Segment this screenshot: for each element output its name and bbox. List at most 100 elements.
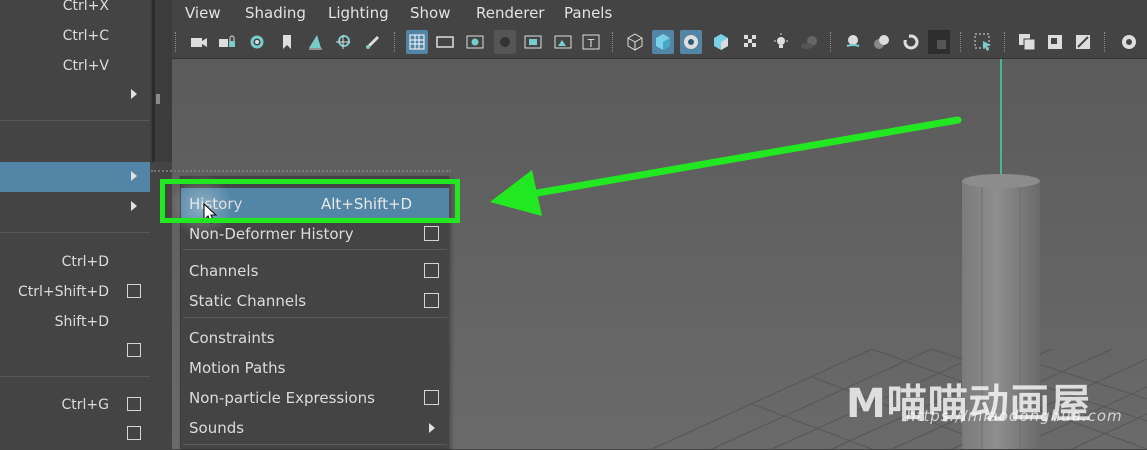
option-box-icon[interactable] [424, 293, 439, 308]
toolbar-divider [1104, 32, 1107, 52]
menu-item-ungroup[interactable] [0, 420, 150, 450]
depth-of-field-icon[interactable] [900, 30, 922, 54]
menu-item-duplicate-special[interactable]: Ctrl+Shift+D [0, 278, 150, 308]
menu-item-non-particle-expressions[interactable]: Non-particle Expressions [181, 382, 449, 412]
menu-item-static-channels[interactable]: Static Channels [181, 285, 449, 315]
annotation-highlight-box [160, 179, 460, 223]
safe-title-icon[interactable]: T [580, 30, 602, 54]
option-box-icon[interactable] [127, 426, 141, 440]
menu-panels[interactable]: Panels [564, 4, 612, 22]
non-particle-expressions-label: Non-particle Expressions [189, 389, 375, 407]
gate-mask-icon[interactable] [494, 30, 516, 54]
toolbar-divider [830, 32, 833, 52]
select-camera-icon[interactable] [972, 30, 994, 54]
xray-joints-icon[interactable] [1044, 30, 1066, 54]
paste-shortcut: Ctrl+V [62, 58, 109, 74]
viewport-menubar: View Shading Lighting Show Renderer Pane… [172, 0, 1147, 26]
camera-lock-icon[interactable] [216, 30, 238, 54]
camera-icon[interactable] [188, 30, 210, 54]
menu-divider [183, 249, 447, 250]
bookmark-icon[interactable] [276, 30, 298, 54]
menu-item-sounds[interactable]: Sounds [181, 412, 449, 442]
submenu-arrow-icon [131, 171, 137, 181]
submenu-arrow-icon [429, 423, 435, 433]
option-box-icon[interactable] [127, 397, 141, 411]
menu-item-paste-special[interactable] [0, 80, 150, 110]
group-shortcut: Ctrl+G [61, 397, 110, 413]
duplicate-shortcut: Ctrl+D [61, 254, 109, 270]
menu-item-group[interactable]: Ctrl+G [0, 391, 150, 421]
menu-renderer[interactable]: Renderer [476, 4, 544, 22]
submenu-tear-off[interactable] [151, 170, 451, 172]
scrollbar[interactable] [152, 0, 155, 162]
option-box-icon[interactable] [424, 390, 439, 405]
menu-shading[interactable]: Shading [245, 4, 306, 22]
menu-item-transfer-attributes[interactable] [0, 337, 150, 367]
toolbar-divider [612, 32, 615, 52]
menu-item-duplicate-with-transform[interactable]: Shift+D [0, 308, 150, 338]
xray-components-icon[interactable] [1072, 30, 1094, 54]
menu-item-motion-paths[interactable]: Motion Paths [181, 352, 449, 382]
grease-pencil-icon[interactable] [362, 30, 384, 54]
wireframe-icon[interactable] [624, 30, 646, 54]
toolbar-divider [1004, 32, 1007, 52]
scroll-handle[interactable] [156, 94, 160, 104]
motion-blur-icon[interactable] [842, 30, 864, 54]
isolate-select-icon[interactable] [928, 30, 950, 54]
anti-aliasing-icon[interactable] [870, 30, 892, 54]
menu-divider [183, 317, 447, 318]
menu-item-duplicate[interactable]: Ctrl+D [0, 248, 150, 278]
menu-divider [183, 444, 447, 445]
shadows-icon[interactable] [770, 30, 792, 54]
channels-label: Channels [189, 262, 259, 280]
static-channels-label: Static Channels [189, 292, 307, 310]
annotation-arrow-icon [490, 116, 962, 216]
viewport-toolbar: T [172, 26, 1147, 59]
panel-scroll-strip [150, 0, 172, 162]
svg-text:T: T [587, 37, 595, 50]
duplicate-with-transform-shortcut: Shift+D [54, 314, 109, 330]
menu-item-delete-all-by-type[interactable] [0, 192, 150, 222]
menu-divider [0, 232, 150, 233]
sounds-label: Sounds [189, 419, 245, 437]
use-all-lights-icon[interactable] [740, 30, 762, 54]
option-box-icon[interactable] [127, 343, 141, 357]
copy-shortcut: Ctrl+C [62, 28, 109, 44]
menu-lighting[interactable]: Lighting [328, 4, 389, 22]
cut-shortcut: Ctrl+X [62, 0, 109, 14]
menu-item-constraints[interactable]: Constraints [181, 322, 449, 352]
motion-paths-label: Motion Paths [189, 359, 286, 377]
menu-item-channels[interactable]: Channels [181, 255, 449, 285]
menu-item-paste[interactable]: Ctrl+V [0, 52, 150, 82]
2d-pan-zoom-icon[interactable] [332, 30, 354, 54]
menu-divider [0, 120, 150, 121]
textured-icon[interactable] [710, 30, 732, 54]
edit-menu: Ctrl+X Ctrl+C Ctrl+V Ctrl+D Ctrl+Shift+D… [0, 0, 150, 449]
grid-icon[interactable] [406, 30, 428, 54]
film-gate-icon[interactable] [434, 30, 456, 54]
safe-action-icon[interactable] [552, 30, 574, 54]
menu-show[interactable]: Show [410, 4, 450, 22]
resolution-gate-icon[interactable] [464, 30, 486, 54]
menu-divider [0, 376, 150, 377]
image-plane-icon[interactable] [304, 30, 326, 54]
watermark-logo: M喵喵动画屋 https://miaodonghua.com [846, 371, 1122, 429]
menu-item-cut[interactable]: Ctrl+X [0, 0, 150, 22]
option-box-icon[interactable] [424, 226, 439, 241]
menu-view[interactable]: View [185, 4, 221, 22]
ambient-occlusion-icon[interactable] [798, 30, 820, 54]
duplicate-special-shortcut: Ctrl+Shift+D [18, 284, 109, 300]
camera-attributes-icon[interactable] [246, 30, 268, 54]
smooth-shade-icon[interactable] [652, 30, 674, 54]
settings-icon[interactable] [1118, 30, 1140, 54]
option-box-icon[interactable] [127, 284, 141, 298]
menu-item-copy[interactable]: Ctrl+C [0, 22, 150, 52]
menu-item-delete-by-type[interactable] [0, 162, 150, 192]
toolbar-divider [960, 32, 963, 52]
field-chart-icon[interactable] [522, 30, 544, 54]
option-box-icon[interactable] [424, 263, 439, 278]
constraints-label: Constraints [189, 329, 275, 347]
toolbar-divider [175, 32, 178, 52]
wireframe-on-shaded-icon[interactable] [680, 30, 702, 54]
xray-icon[interactable] [1016, 30, 1038, 54]
